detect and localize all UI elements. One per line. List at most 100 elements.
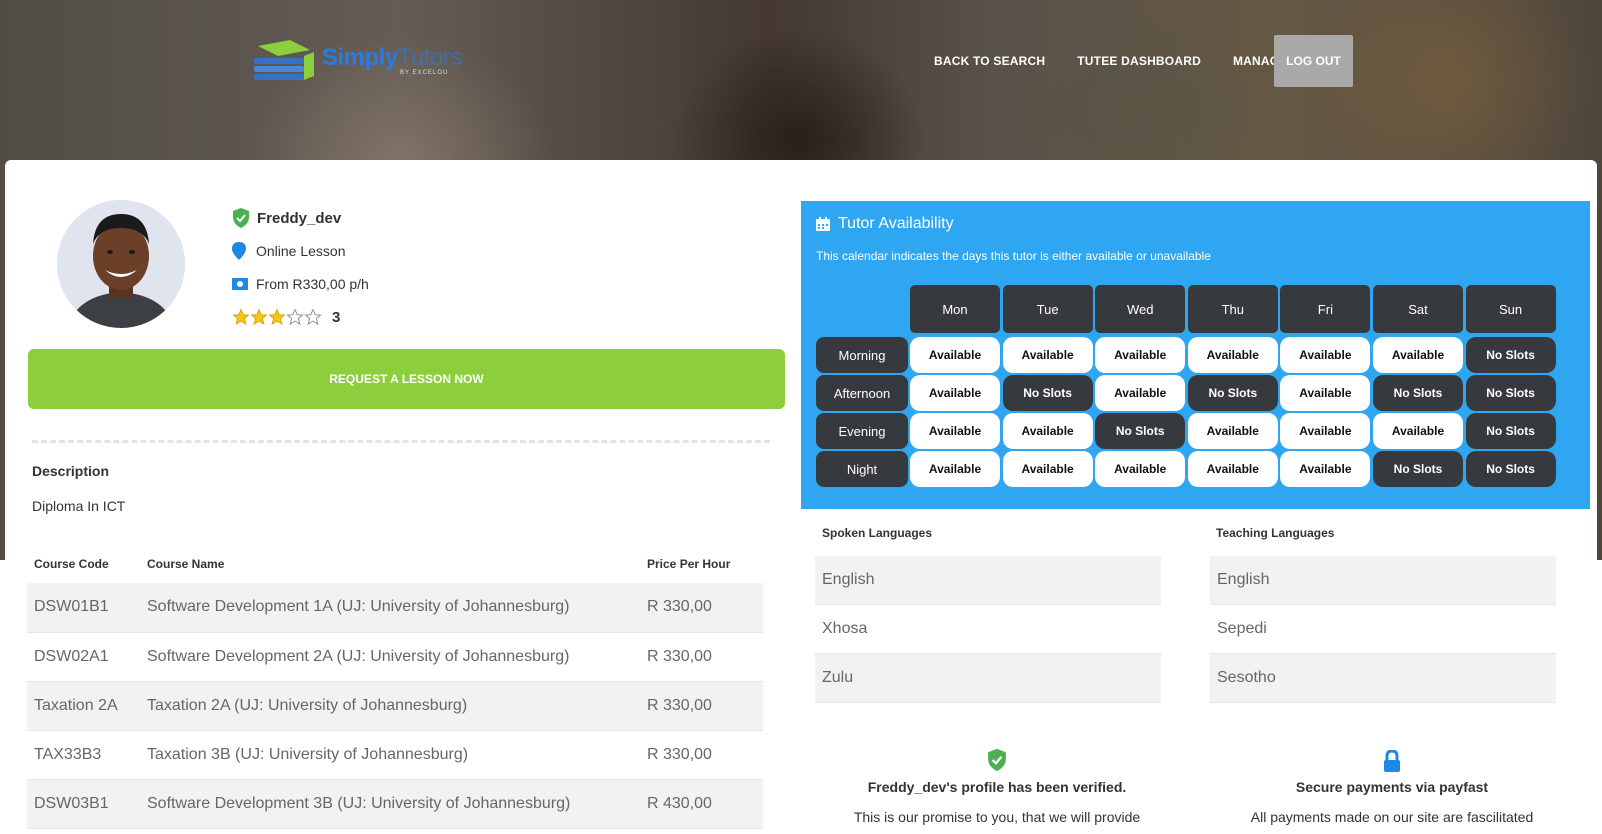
- rating-count: 3: [332, 308, 341, 326]
- col-course-code: Course Code: [34, 557, 109, 571]
- course-price: R 330,00: [640, 681, 763, 731]
- day-header: Mon: [910, 285, 1000, 333]
- nav-tutee-dashboard[interactable]: TUTEE DASHBOARD: [1061, 54, 1217, 68]
- price-row: From R330,00 p/h: [232, 274, 369, 294]
- slot-label: Morning: [816, 337, 908, 373]
- verified-shield-icon: [988, 748, 1006, 772]
- nav-back-to-search[interactable]: BACK TO SEARCH: [918, 54, 1061, 68]
- logout-button[interactable]: LOG OUT: [1274, 35, 1353, 87]
- slot-label: Afternoon: [816, 375, 908, 411]
- divider: [32, 440, 770, 443]
- availability-cell: Available: [910, 375, 1000, 411]
- table-row: DSW02A1 Software Development 2A (UJ: Univ…: [27, 632, 763, 682]
- secure-payment-notice: Secure payments via payfast All payments…: [1210, 749, 1574, 825]
- teaching-languages-title: Teaching Languages: [1216, 526, 1335, 540]
- day-header: Sun: [1465, 285, 1556, 333]
- availability-cell: Available: [1280, 413, 1371, 449]
- description-text: Diploma In ICT: [32, 498, 126, 514]
- spoken-languages-list: English Xhosa Zulu: [815, 556, 1161, 703]
- profile-info: Freddy_dev Online Lesson From R330,00 p/…: [232, 208, 369, 327]
- day-header: Sat: [1373, 285, 1463, 333]
- price-text: From R330,00 p/h: [256, 276, 369, 292]
- main-nav: BACK TO SEARCH TUTEE DASHBOARD MANAGE: [918, 35, 1602, 87]
- availability-cell: No Slots: [1373, 375, 1463, 411]
- availability-cell: Available: [1095, 375, 1186, 411]
- calendar-icon: [816, 217, 830, 231]
- table-row: DSW03B1 Software Development 3B (UJ: Univ…: [27, 779, 763, 829]
- availability-cell: Available: [1280, 375, 1371, 411]
- availability-panel: Tutor Availability This calendar indicat…: [801, 201, 1590, 509]
- availability-cell: Available: [910, 451, 1000, 487]
- secure-text: All payments made on our site are fascil…: [1250, 809, 1534, 825]
- request-lesson-button[interactable]: REQUEST A LESSON NOW: [28, 349, 785, 409]
- availability-cell: Available: [1373, 413, 1463, 449]
- course-code: Taxation 2A: [27, 681, 140, 731]
- course-code: DSW02A1: [27, 632, 140, 682]
- star-filled-icon: [250, 308, 268, 326]
- teaching-language-item: Sepedi: [1210, 605, 1556, 654]
- rating-row: 3: [232, 307, 369, 327]
- availability-cell: No Slots: [1465, 337, 1556, 373]
- logo-wordmark: SimplyTutors: [322, 44, 462, 71]
- availability-cell: Available: [1373, 337, 1463, 373]
- course-code: DSW03B1: [27, 779, 140, 829]
- description-title: Description: [32, 463, 110, 479]
- availability-cell: No Slots: [1002, 375, 1093, 411]
- day-header: Wed: [1095, 285, 1186, 333]
- course-name: Taxation 2A (UJ: University of Johannesb…: [140, 681, 640, 731]
- star-filled-icon: [268, 308, 286, 326]
- lock-icon: [1384, 749, 1400, 772]
- availability-cell: Available: [1095, 451, 1186, 487]
- star-rating: [232, 308, 322, 326]
- availability-cell: Available: [910, 337, 1000, 373]
- spoken-language-item: Zulu: [815, 654, 1161, 703]
- availability-title: Tutor Availability: [816, 215, 954, 233]
- avatar: [57, 200, 185, 328]
- verified-text: This is our promise to you, that we will…: [853, 809, 1141, 825]
- spoken-language-item: Xhosa: [815, 605, 1161, 654]
- course-code: DSW01B1: [27, 583, 140, 633]
- day-header: Thu: [1187, 285, 1278, 333]
- course-price: R 330,00: [640, 632, 763, 682]
- availability-cell: Available: [1002, 451, 1093, 487]
- course-price: R 430,00: [640, 779, 763, 829]
- tutor-photo: [57, 200, 185, 328]
- secure-title: Secure payments via payfast: [1295, 779, 1489, 795]
- availability-cell: No Slots: [1465, 375, 1556, 411]
- star-empty-icon: [286, 308, 304, 326]
- course-name: Software Development 3B (UJ: University …: [140, 779, 640, 829]
- availability-cell: No Slots: [1373, 451, 1463, 487]
- availability-cell: No Slots: [1187, 375, 1278, 411]
- course-name: Software Development 1A (UJ: University …: [140, 583, 640, 633]
- teaching-language-item: Sesotho: [1210, 654, 1556, 703]
- col-price: Price Per Hour: [647, 557, 731, 571]
- lesson-type-row: Online Lesson: [232, 241, 369, 261]
- col-course-name: Course Name: [147, 557, 225, 571]
- courses-body: DSW01B1 Software Development 1A (UJ: Univ…: [27, 583, 763, 829]
- star-filled-icon: [232, 308, 250, 326]
- slot-label: Night: [816, 451, 908, 487]
- verified-title: Freddy_dev's profile has been verified.: [867, 779, 1127, 795]
- courses-table: Course Code Course Name Price Per Hour D…: [27, 545, 763, 829]
- courses-header-row: Course Code Course Name Price Per Hour: [27, 545, 763, 583]
- availability-cell: No Slots: [1095, 413, 1186, 449]
- course-name: Taxation 3B (UJ: University of Johannesb…: [140, 730, 640, 780]
- profile-name-row: Freddy_dev: [232, 208, 369, 228]
- availability-cell: Available: [1280, 451, 1371, 487]
- availability-cell: Available: [1095, 337, 1186, 373]
- verified-notice: Freddy_dev's profile has been verified. …: [815, 748, 1179, 825]
- star-empty-icon: [304, 308, 322, 326]
- course-price: R 330,00: [640, 730, 763, 780]
- tutor-name: Freddy_dev: [257, 209, 342, 227]
- logo[interactable]: SimplyTutors BY EXCELOU: [250, 38, 470, 88]
- availability-cell: Available: [1002, 413, 1093, 449]
- availability-title-text: Tutor Availability: [838, 215, 954, 232]
- availability-cell: Available: [1002, 337, 1093, 373]
- money-icon: [232, 278, 248, 290]
- table-row: TAX33B3 Taxation 3B (UJ: University of Jo…: [27, 730, 763, 780]
- books-logo-icon: [254, 40, 314, 80]
- logo-tagline: BY EXCELOU: [400, 70, 449, 76]
- day-header: Fri: [1280, 285, 1371, 333]
- availability-subtitle: This calendar indicates the days this tu…: [816, 249, 1211, 263]
- teaching-languages-list: English Sepedi Sesotho: [1210, 556, 1556, 703]
